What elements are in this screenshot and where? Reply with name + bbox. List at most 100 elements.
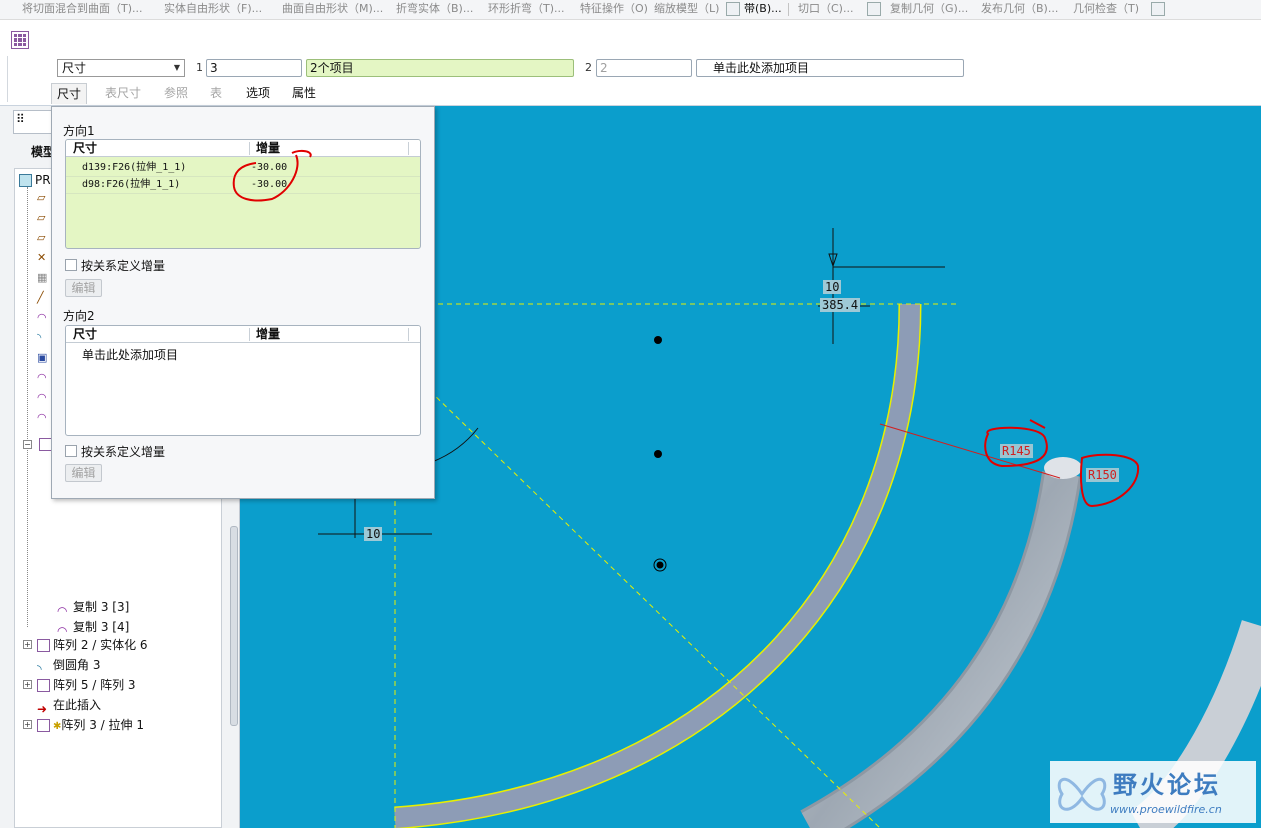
table-icon [1151,2,1165,16]
menu-item-publish-geometry[interactable]: 发布几何（B)... [981,0,1058,19]
tree-item-label: 复制 3 [3] [73,600,130,614]
sketch-point[interactable] [654,336,662,344]
pattern-dashboard: 尺寸 ▼ 1 3 2个项目 2 2 单击此处添加项目 尺寸 表尺寸 参照 表 选… [0,20,1261,106]
tree-item-pattern-5[interactable]: 阵列 5 / 阵列 3 [37,675,136,695]
relation-checkbox[interactable] [65,259,77,271]
relation-checkbox[interactable] [65,445,77,457]
edit-button[interactable]: 编辑 [65,464,102,482]
tree-item-pattern-2[interactable]: 阵列 2 / 实体化 6 [37,635,148,655]
tree-item-copy-3-4[interactable]: ◠ 复制 3 [4] [57,617,129,638]
tree-item-label: 阵列 2 / 实体化 6 [53,638,148,652]
menu-bar: 将切面混合到曲面（T)... 实体自由形状（F)... 曲面自由形状（M)...… [0,0,1261,20]
radius-label[interactable]: R145 [1000,444,1033,458]
tree-root-label: PR [35,173,51,187]
expand-toggle[interactable]: + [23,720,32,729]
direction2-table[interactable]: 尺寸 增量 单击此处添加项目 [65,325,421,436]
menu-item-cut[interactable]: 切口（C)... [798,0,853,19]
round-icon: ◝ [37,331,42,344]
table-header: 尺寸 增量 [66,326,420,343]
direction1-items-field[interactable]: 2个项目 [306,59,574,77]
expand-toggle[interactable]: − [23,440,32,449]
pattern-icon [37,719,50,732]
angle-dimension-arc [431,427,479,463]
relation-checkbox-label: 按关系定义增量 [81,445,166,459]
menu-item-blend-section[interactable]: 将切面混合到曲面（T)... [22,0,143,19]
watermark-title: 野火论坛 [1113,771,1221,799]
copied-rib [801,471,1079,828]
sketch-point [656,561,664,569]
tree-item-insert-here[interactable]: ➜ 在此插入 [37,695,102,716]
tree-item-label: 阵列 5 / 阵列 3 [53,678,136,692]
extrude-icon: ◠ [37,311,47,324]
copy-icon: ◠ [57,624,68,638]
menu-item-solid-freeform[interactable]: 实体自由形状（F)... [164,0,262,19]
dimension-cell: d139:F26(拉伸_1_1) [82,162,187,173]
menu-item-band[interactable]: 带(B)... [744,0,782,19]
dimension-cell: d98:F26(拉伸_1_1) [82,179,181,190]
tab-dimensions[interactable]: 尺寸 [51,83,87,104]
pattern-icon [37,639,50,652]
sketch-point[interactable] [654,450,662,458]
copied-rib-shadow [800,471,1082,828]
copy-icon: ◠ [37,411,47,424]
divider [7,56,8,102]
menu-separator [788,3,789,16]
column-header-dimension: 尺寸 [73,327,98,341]
direction2-items-field[interactable]: 单击此处添加项目 [696,59,964,77]
direction2-count-input[interactable]: 2 [596,59,692,77]
copy-icon: ◠ [57,604,68,618]
expand-toggle[interactable]: + [23,640,32,649]
tree-item-label: 倒圆角 3 [53,658,101,672]
tree-item-round-3[interactable]: ◝ 倒圆角 3 [37,655,101,676]
hand-annotation-circle [984,419,1048,468]
copy-geometry-icon [867,2,881,16]
butterfly-logo-icon [1057,777,1107,811]
tree-item-pattern-3[interactable]: ✱阵列 3 / 拉伸 1 [37,715,144,735]
menu-item-toroidal-bend[interactable]: 环形折弯（T)... [488,0,565,19]
pattern-type-dropdown[interactable]: 尺寸 ▼ [57,59,185,77]
direction1-number: 1 [196,61,203,74]
datum-axis-icon: ╱ [37,291,44,304]
relation-checkbox-label: 按关系定义增量 [81,259,166,273]
pattern-icon [11,31,29,49]
tree-icon: ⠿ [16,112,25,126]
dimension-value-label[interactable]: 385.4 [820,298,861,312]
tree-item-label: 在此插入 [53,698,102,712]
radius-label[interactable]: R150 [1086,468,1119,482]
tab-tables[interactable]: 表 [203,83,229,103]
pane-sash[interactable] [230,526,238,726]
dimension-label[interactable]: 10 [823,280,842,294]
add-item-placeholder[interactable]: 单击此处添加项目 [82,346,178,363]
menu-item-copy-geometry[interactable]: 复制几何（G)... [890,0,968,19]
tab-table-dimensions[interactable]: 表尺寸 [97,83,149,103]
layer-icon: ▦ [37,271,48,284]
menu-item-surface-freeform[interactable]: 曲面自由形状（M)... [282,0,383,19]
menu-item-geometry-check[interactable]: 几何检查（T) [1073,0,1139,19]
tab-options[interactable]: 选项 [239,83,277,103]
direction2-number: 2 [585,61,592,74]
expand-toggle[interactable]: + [23,680,32,689]
dimension-label[interactable]: 10 [364,527,383,541]
menu-item-scale-model[interactable]: 缩放模型（L) [654,0,719,19]
direction1-title: 方向1 [63,124,95,138]
tab-references[interactable]: 参照 [157,83,195,103]
tab-properties[interactable]: 属性 [285,83,323,103]
menu-item-warp-solid[interactable]: 折弯实体（B)... [396,0,473,19]
tree-guide-line [27,187,28,627]
coordinate-system-icon: ✕ [37,251,47,264]
dimensions-panel: 方向1 尺寸 增量 d139:F26(拉伸_1_1) -30.00 d98:F2… [51,106,435,499]
copy-icon: ◠ [37,391,47,404]
pattern-icon [37,679,50,692]
edit-button[interactable]: 编辑 [65,279,102,297]
forum-watermark: 野火论坛 www.proewildfire.cn [1050,761,1256,823]
round-icon: ◝ [37,662,42,676]
column-header-increment: 增量 [256,327,281,341]
part-icon [19,174,32,187]
tree-item-copy-3-3[interactable]: ◠ 复制 3 [3] [57,597,130,618]
direction1-count-input[interactable]: 3 [206,59,302,77]
tree-root[interactable]: PR [19,170,51,190]
extrude-icon: ◠ [37,371,47,384]
grid-icon [726,2,740,16]
sketch-icon: ▣ [37,351,48,364]
menu-item-feature-ops[interactable]: 特征操作（O) [580,0,648,19]
